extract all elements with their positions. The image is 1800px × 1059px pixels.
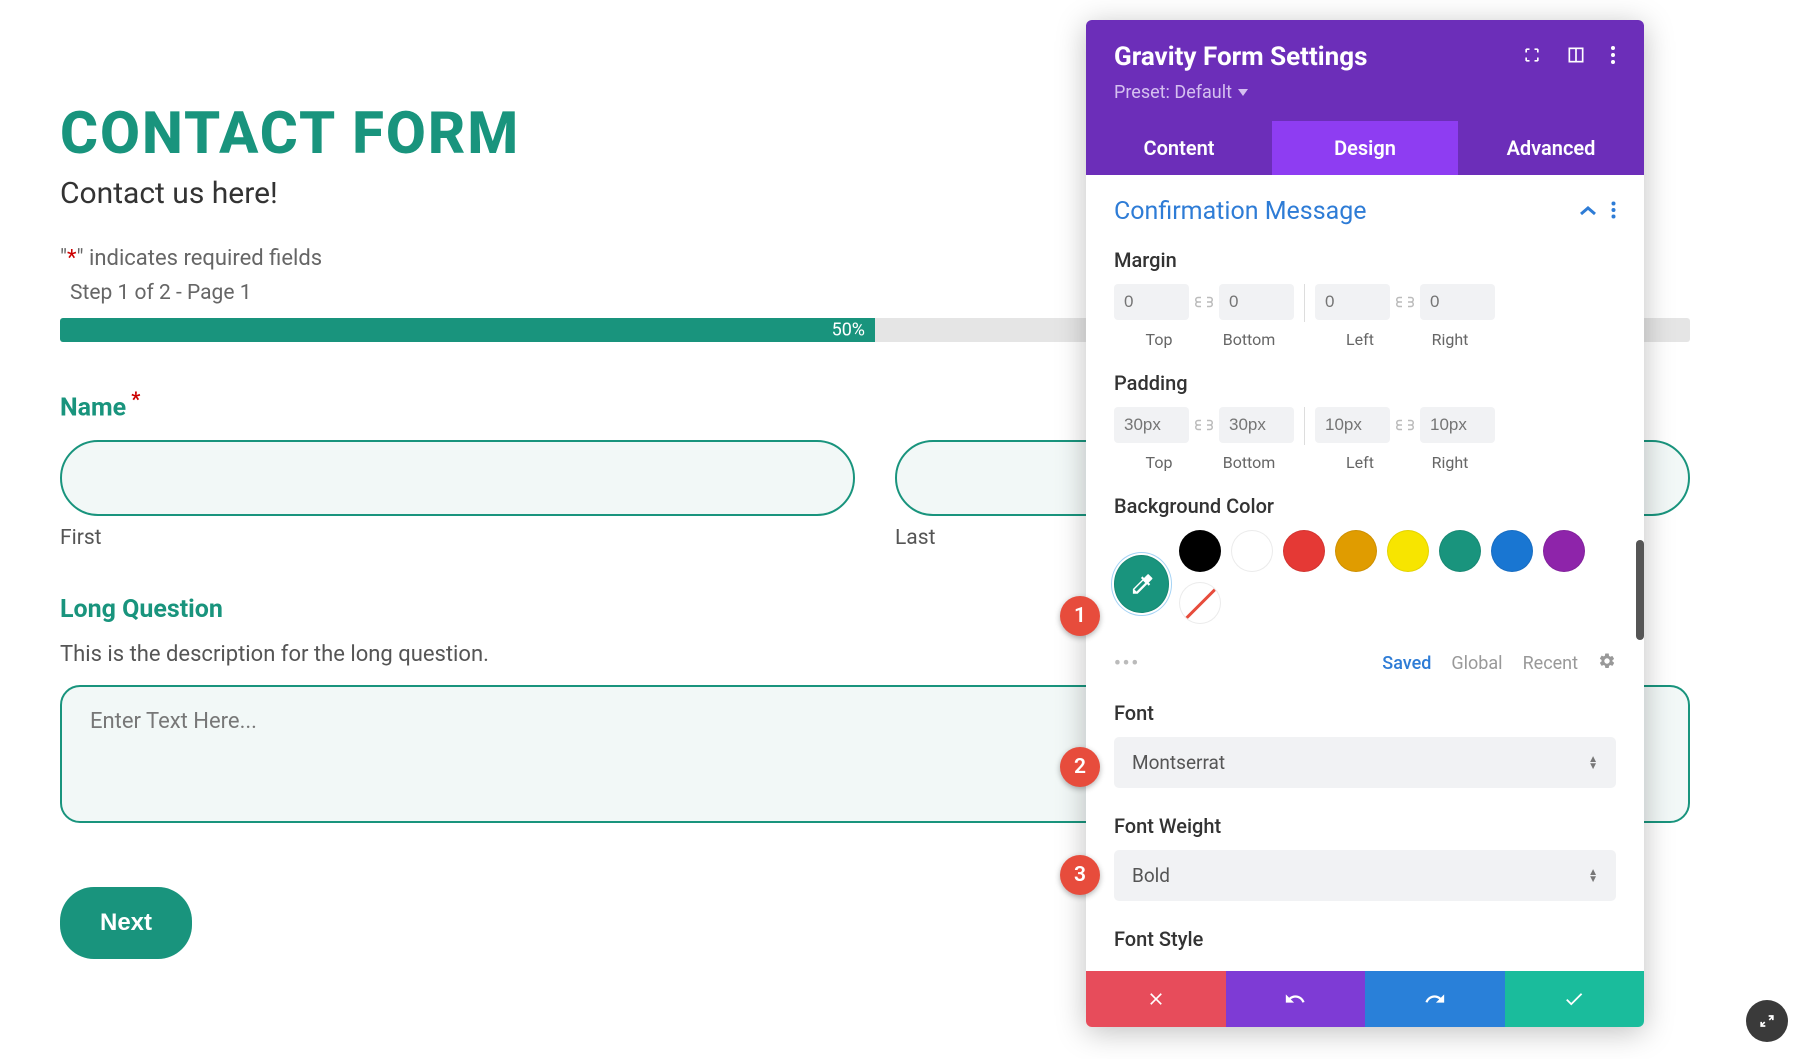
eyedropper-icon xyxy=(1129,571,1155,597)
font-label: Font xyxy=(1114,701,1616,725)
annotation-badge-2: 2 xyxy=(1060,747,1100,787)
padding-controls: TopBottom LeftRight xyxy=(1114,407,1616,472)
panel-tabs: Content Design Advanced xyxy=(1086,121,1644,175)
color-swatch[interactable] xyxy=(1179,530,1221,572)
first-name-input[interactable] xyxy=(60,440,855,516)
margin-right-input[interactable] xyxy=(1420,284,1495,320)
resize-icon xyxy=(1757,1011,1777,1031)
redo-button[interactable] xyxy=(1365,971,1505,1027)
color-tab-saved[interactable]: Saved xyxy=(1382,653,1431,674)
preset-dropdown[interactable]: Preset: Default xyxy=(1114,82,1616,103)
color-tab-recent[interactable]: Recent xyxy=(1523,653,1578,674)
panel-footer xyxy=(1086,971,1644,1027)
undo-button[interactable] xyxy=(1226,971,1366,1027)
margin-label: Margin xyxy=(1114,248,1616,272)
color-swatch[interactable] xyxy=(1491,530,1533,572)
more-icon[interactable] xyxy=(1610,45,1616,69)
color-swatch[interactable] xyxy=(1231,530,1273,572)
margin-top-input[interactable] xyxy=(1114,284,1189,320)
font-weight-select[interactable]: Bold ▲▼ xyxy=(1114,850,1616,901)
padding-right-input[interactable] xyxy=(1420,407,1495,443)
section-title[interactable]: Confirmation Message xyxy=(1114,197,1367,226)
link-icon[interactable] xyxy=(1195,419,1213,431)
color-swatch[interactable] xyxy=(1387,530,1429,572)
first-name-sublabel: First xyxy=(60,526,855,550)
progress-fill: 50% xyxy=(60,318,875,342)
font-style-label: Font Style xyxy=(1114,927,1616,951)
no-color-swatch[interactable] xyxy=(1179,582,1221,624)
font-weight-label: Font Weight xyxy=(1114,814,1616,838)
panel-body: Confirmation Message Margin TopBottom xyxy=(1086,175,1644,971)
font-select[interactable]: Montserrat ▲▼ xyxy=(1114,737,1616,788)
padding-top-input[interactable] xyxy=(1114,407,1189,443)
padding-bottom-input[interactable] xyxy=(1219,407,1294,443)
panel-header[interactable]: Gravity Form Settings Preset: Default xyxy=(1086,20,1644,121)
progress-label: 50% xyxy=(832,320,865,341)
select-arrows-icon: ▲▼ xyxy=(1588,756,1598,770)
padding-label: Padding xyxy=(1114,371,1616,395)
undo-icon xyxy=(1284,988,1306,1010)
color-swatch[interactable] xyxy=(1439,530,1481,572)
select-arrows-icon: ▲▼ xyxy=(1588,869,1598,883)
color-swatch[interactable] xyxy=(1283,530,1325,572)
panel-title: Gravity Form Settings xyxy=(1114,42,1367,72)
scrollbar-thumb[interactable] xyxy=(1636,540,1644,640)
color-tab-global[interactable]: Global xyxy=(1451,653,1502,674)
color-swatch[interactable] xyxy=(1543,530,1585,572)
next-button[interactable]: Next xyxy=(60,887,192,959)
tab-design[interactable]: Design xyxy=(1272,121,1458,175)
annotation-badge-3: 3 xyxy=(1060,855,1100,895)
tab-advanced[interactable]: Advanced xyxy=(1458,121,1644,175)
color-swatch[interactable] xyxy=(1335,530,1377,572)
chevron-down-icon xyxy=(1238,89,1248,97)
cancel-button[interactable] xyxy=(1086,971,1226,1027)
save-button[interactable] xyxy=(1505,971,1645,1027)
annotation-badge-1: 1 xyxy=(1060,596,1100,636)
tab-content[interactable]: Content xyxy=(1086,121,1272,175)
divider xyxy=(1304,284,1305,322)
redo-icon xyxy=(1424,988,1446,1010)
expand-icon[interactable] xyxy=(1522,45,1542,69)
link-icon[interactable] xyxy=(1195,296,1213,308)
link-icon[interactable] xyxy=(1396,419,1414,431)
check-icon xyxy=(1563,988,1585,1010)
link-icon[interactable] xyxy=(1396,296,1414,308)
required-asterisk: * xyxy=(131,387,140,411)
asterisk-icon: * xyxy=(67,246,76,271)
resize-handle[interactable] xyxy=(1746,1000,1788,1042)
gear-icon[interactable] xyxy=(1598,652,1616,675)
settings-panel: Gravity Form Settings Preset: Default Co… xyxy=(1086,20,1644,1027)
chevron-up-icon[interactable] xyxy=(1579,202,1597,221)
color-swatches xyxy=(1179,530,1616,624)
close-icon xyxy=(1146,989,1166,1009)
padding-left-input[interactable] xyxy=(1315,407,1390,443)
more-colors-icon[interactable]: ••• xyxy=(1114,653,1140,674)
margin-bottom-input[interactable] xyxy=(1219,284,1294,320)
margin-controls: TopBottom LeftRight xyxy=(1114,284,1616,349)
divider xyxy=(1304,407,1305,445)
margin-left-input[interactable] xyxy=(1315,284,1390,320)
color-picker-swatch[interactable] xyxy=(1114,555,1169,613)
bg-color-label: Background Color xyxy=(1114,494,1616,518)
section-more-icon[interactable] xyxy=(1611,201,1616,223)
column-icon[interactable] xyxy=(1566,45,1586,69)
